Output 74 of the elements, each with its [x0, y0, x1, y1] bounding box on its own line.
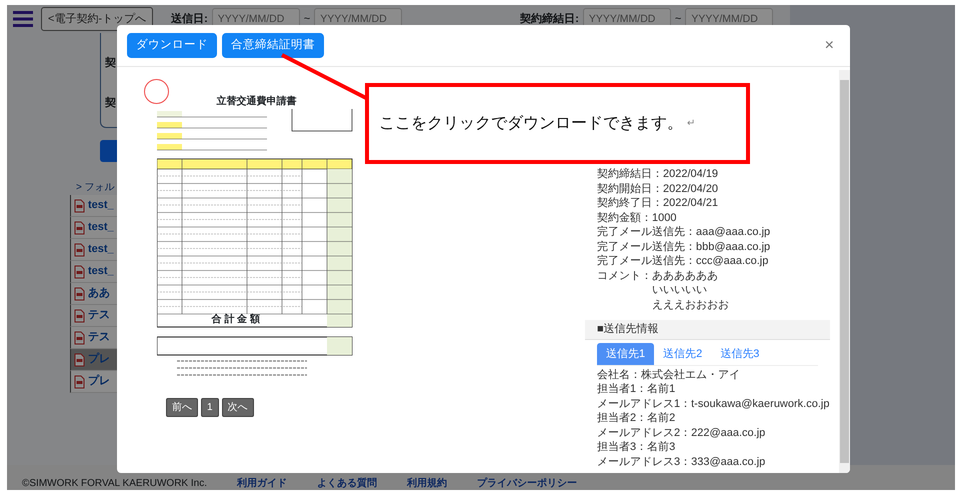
file-item[interactable]: test_ [70, 261, 120, 283]
file-item[interactable]: test_ [70, 239, 120, 261]
recipient-tab[interactable]: 送信先1 [597, 342, 654, 364]
file-item[interactable]: ああ [70, 283, 120, 305]
return-mark: ↵ [687, 117, 695, 131]
comment-label: コメント： [597, 268, 652, 284]
info-line: 完了メール送信先：aaa@aaa.co.jp [596, 225, 772, 240]
footer-link[interactable]: 利用ガイド [237, 478, 287, 489]
toolbar-button[interactable]: 合意締結証明書 [222, 32, 324, 58]
copyright-text: ©SIMWORK FORVAL KAERUWORK Inc. [22, 478, 207, 489]
file-name: テス [88, 308, 110, 324]
info-line: 完了メール送信先：bbb@aaa.co.jp [596, 240, 772, 254]
range-separator: ~ [304, 12, 310, 27]
recipient-tab[interactable]: 送信先3 [711, 342, 768, 364]
file-name: プレ [88, 374, 110, 390]
info-line: 契約金額：1000 [596, 210, 678, 225]
recipient-tab[interactable]: 送信先2 [654, 342, 712, 364]
comment-line: えええおおおお [652, 298, 729, 312]
pager-button[interactable]: 次へ [222, 398, 254, 417]
file-name: テス [88, 330, 110, 346]
callout-text: ここをクリックでダウンロードできます。 [379, 114, 683, 134]
file-name: ああ [88, 286, 110, 302]
pager-button[interactable]: 前へ [166, 398, 198, 417]
file-item[interactable]: テス [70, 327, 120, 349]
pdf-file-icon [74, 198, 85, 212]
info-line: メールアドレス2：222@aaa.co.jp [596, 426, 766, 440]
section-header: ■送信先情報 [585, 320, 830, 340]
pdf-file-icon [74, 286, 85, 300]
folder-link[interactable]: > フォル [70, 180, 120, 195]
field-label: 契 [105, 96, 116, 111]
file-item[interactable]: test_ [70, 217, 120, 239]
info-line: 契約終了日：2022/04/21 [596, 196, 720, 210]
pager-button[interactable]: 1 [201, 398, 219, 417]
info-line: 完了メール送信先：ccc@aaa.co.jp [596, 254, 770, 268]
info-line: 契約締結日：2022/04/19 [596, 167, 720, 182]
comment-line: いいいいい [652, 283, 708, 298]
total-label: 合 計 金 額 [212, 314, 260, 326]
document-title: 立替交通費申請書 [216, 94, 296, 109]
filter-label: 送信日: [171, 12, 208, 27]
file-item[interactable]: テス [70, 305, 120, 327]
toolbar-button[interactable]: ダウンロード [127, 32, 217, 58]
pdf-file-icon [74, 220, 85, 234]
filter-label: 契約締結日: [520, 12, 579, 27]
info-line: 担当者1：名前1 [596, 382, 676, 396]
pdf-file-icon [74, 352, 85, 366]
info-line: 会社名：株式会社エム・アイ [596, 368, 741, 382]
file-name: プレ [88, 352, 110, 368]
pdf-file-icon [74, 330, 85, 344]
footer-link[interactable]: よくある質問 [317, 478, 377, 489]
comment-line: ああああああ [652, 268, 719, 283]
file-item[interactable]: test_ [70, 195, 120, 217]
pdf-file-icon [74, 374, 85, 388]
info-line: 契約開始日：2022/04/20 [596, 182, 720, 196]
file-name: test_ [88, 220, 114, 236]
footer-link[interactable]: 利用規約 [407, 478, 447, 489]
footer-link[interactable]: プライバシーポリシー [477, 478, 577, 489]
back-to-top-button[interactable]: <電子契約-トップへ [41, 6, 154, 32]
file-name: test_ [88, 198, 114, 214]
file-item[interactable]: プレ [70, 371, 120, 393]
close-button[interactable]: × [818, 34, 840, 58]
range-separator: ~ [674, 12, 682, 27]
info-line: メールアドレス1：t-soukawa@kaeruwork.co.jp [596, 396, 830, 411]
scrollbar[interactable] [839, 70, 850, 473]
info-line: 担当者2：名前2 [596, 411, 676, 426]
file-name: test_ [88, 264, 114, 280]
info-line: メールアドレス3：333@aaa.co.jp [596, 454, 766, 469]
pdf-file-icon [74, 242, 85, 256]
file-name: test_ [88, 242, 114, 258]
info-line: 担当者3：名前3 [596, 440, 676, 454]
pdf-file-icon [74, 264, 85, 278]
pdf-file-icon [74, 308, 85, 322]
circle-mark [144, 79, 169, 104]
menu-icon[interactable] [13, 10, 33, 28]
field-label: 契 [105, 56, 116, 71]
